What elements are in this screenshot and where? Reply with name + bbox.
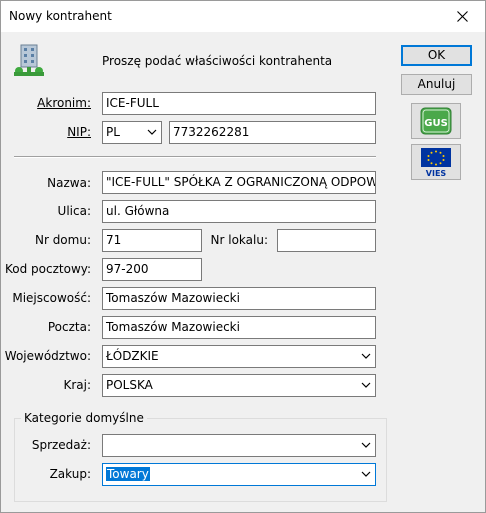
wojewodztwo-label: Województwo: xyxy=(4,349,91,363)
kod-pocztowy-label: Kod pocztowy: xyxy=(5,262,92,276)
categories-group-title: Kategorie domyślne xyxy=(21,411,147,425)
contractor-building-icon xyxy=(13,44,45,78)
nr-domu-input[interactable]: 71 xyxy=(102,229,202,252)
vies-button[interactable]: VIES xyxy=(411,144,461,180)
poczta-label: Poczta: xyxy=(47,320,91,334)
akronim-label: Akronim: xyxy=(37,96,91,110)
ok-button[interactable]: OK xyxy=(401,45,472,66)
sprzedaz-select[interactable] xyxy=(102,434,376,457)
chevron-down-icon xyxy=(361,353,371,359)
categories-groupbox xyxy=(14,418,387,502)
poczta-input[interactable]: Tomaszów Mazowiecki xyxy=(102,316,376,339)
nr-lokalu-label: Nr lokalu: xyxy=(210,233,268,247)
kraj-value: POLSKA xyxy=(106,378,153,392)
nr-lokalu-input[interactable] xyxy=(277,229,376,252)
gus-button[interactable]: GUS xyxy=(411,103,461,139)
nip-label: NIP: xyxy=(67,125,91,139)
chevron-down-icon xyxy=(361,442,371,448)
miejscowosc-label: Miejscowość: xyxy=(12,291,91,305)
wojewodztwo-select[interactable]: ŁÓDZKIE xyxy=(102,345,376,368)
close-button[interactable] xyxy=(439,1,485,31)
vies-eu-flag-icon: VIES xyxy=(421,148,451,177)
chevron-down-icon xyxy=(361,382,371,388)
miejscowosc-input[interactable]: Tomaszów Mazowiecki xyxy=(102,287,376,310)
zakup-value: Towary xyxy=(106,467,150,481)
zakup-select[interactable]: Towary xyxy=(102,463,376,486)
gus-logo-text: GUS xyxy=(424,118,448,129)
cancel-button[interactable]: Anuluj xyxy=(401,74,472,95)
vies-logo-text: VIES xyxy=(426,169,447,177)
title-bar[interactable]: Nowy kontrahent xyxy=(1,1,485,32)
kraj-label: Kraj: xyxy=(63,378,91,392)
window-title: Nowy kontrahent xyxy=(9,9,112,23)
chevron-down-icon xyxy=(361,471,371,477)
nip-country-select[interactable]: PL xyxy=(102,121,162,144)
kraj-select[interactable]: POLSKA xyxy=(102,374,376,397)
nazwa-label: Nazwa: xyxy=(47,176,91,190)
separator xyxy=(14,156,376,158)
chevron-down-icon xyxy=(147,129,157,135)
gus-logo-icon: GUS xyxy=(420,107,452,135)
dialog-window: Nowy kontrahent Proszę podać właściwości… xyxy=(0,0,486,513)
nip-input[interactable]: 7732262281 xyxy=(169,121,376,144)
close-icon xyxy=(456,10,468,22)
zakup-label: Zakup: xyxy=(49,467,91,481)
nip-country-value: PL xyxy=(106,125,120,139)
nazwa-input[interactable]: "ICE-FULL" SPÓŁKA Z OGRANICZONĄ ODPOWIED… xyxy=(102,171,376,194)
ulica-input[interactable]: ul. Główna xyxy=(102,200,376,223)
sprzedaz-label: Sprzedaż: xyxy=(31,438,91,452)
header-prompt: Proszę podać właściwości kontrahenta xyxy=(102,54,333,68)
wojewodztwo-value: ŁÓDZKIE xyxy=(106,349,159,363)
ulica-label: Ulica: xyxy=(57,204,91,218)
kod-pocztowy-input[interactable]: 97-200 xyxy=(102,258,202,281)
akronim-input[interactable]: ICE-FULL xyxy=(102,92,376,115)
nr-domu-label: Nr domu: xyxy=(34,233,91,247)
